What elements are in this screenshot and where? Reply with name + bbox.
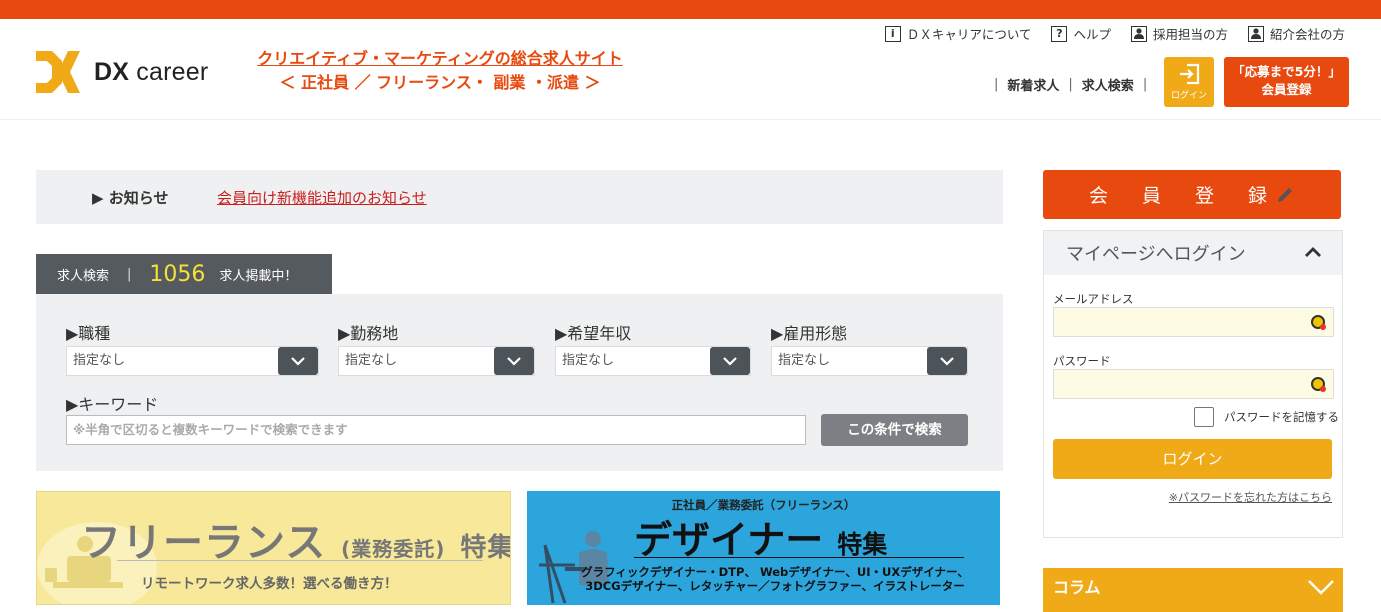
chevron-down-icon [927, 347, 967, 375]
salary-select[interactable]: 指定なし [555, 346, 751, 376]
mypage-login-panel: マイページへログイン メールアドレス パスワード パスワードを記憶する ログイン… [1043, 230, 1343, 538]
sidebar-register-button[interactable]: 会 員 登 録 [1043, 170, 1341, 219]
nav-job-search[interactable]: 求人検索 [1082, 75, 1134, 94]
column-section-header[interactable]: コラム [1043, 568, 1343, 612]
search-tab: 求人検索 | 1056 求人掲載中！ [36, 254, 332, 294]
search-tab-separator: | [127, 266, 132, 282]
site-logo[interactable]: DX career [36, 50, 226, 94]
person-icon [1247, 25, 1264, 42]
utility-nav: i ＤＸキャリアについて ? ヘルプ 採用担当の方 紹介会社の方 [884, 24, 1345, 43]
keyword-input[interactable]: ※半角で区切ると複数キーワードで検索できます [66, 415, 806, 445]
remember-checkbox[interactable] [1194, 407, 1214, 427]
chevron-up-icon[interactable] [1304, 245, 1322, 259]
designer-banner-title: デザイナー 特集 [634, 518, 888, 562]
top-accent-bar [0, 0, 1381, 19]
nav-separator: | [1142, 77, 1148, 92]
logo-mark-icon [36, 51, 80, 93]
freelance-banner-subtitle: リモートワーク求人多数！選べる働き方！ [141, 576, 398, 592]
help-icon: ? [1051, 25, 1068, 42]
site-header: DX career クリエイティブ・マーケティングの総合求人サイト ＜ 正社員 … [0, 19, 1381, 120]
util-link-help[interactable]: ? ヘルプ [1051, 24, 1111, 43]
chevron-down-icon [1308, 580, 1334, 595]
notice-label: ▶ お知らせ [92, 188, 169, 207]
forgot-password-link[interactable]: ※パスワードを忘れた方はこちら [1169, 489, 1332, 505]
location-select[interactable]: 指定なし [338, 346, 535, 376]
email-field[interactable] [1053, 307, 1334, 337]
nav-separator: | [1068, 77, 1073, 92]
remember-password[interactable]: パスワードを記憶する [1194, 407, 1339, 427]
field-job-type: ▶職種 指定なし [66, 320, 319, 376]
field-location: ▶勤務地 指定なし [338, 320, 535, 376]
tagline-line2: ＜ 正社員 ／ フリーランス・ 副業 ・派遣 ＞ [279, 73, 601, 92]
login-panel-header[interactable]: マイページへログイン [1044, 231, 1342, 275]
email-label: メールアドレス [1053, 292, 1134, 306]
employment-type-select[interactable]: 指定なし [771, 346, 968, 376]
login-submit-button[interactable]: ログイン [1053, 439, 1332, 479]
chevron-down-icon [494, 347, 534, 375]
field-label: ▶勤務地 [338, 324, 399, 343]
util-link-agency[interactable]: 紹介会社の方 [1247, 24, 1345, 43]
notice-link[interactable]: 会員向け新機能追加のお知らせ [217, 187, 427, 208]
login-icon [1180, 63, 1200, 85]
search-submit-button[interactable]: この条件で検索 [821, 414, 968, 446]
banner-divider [634, 557, 964, 558]
site-tagline: クリエイティブ・マーケティングの総合求人サイト ＜ 正社員 ／ フリーランス・ … [240, 47, 640, 95]
chevron-down-icon [710, 347, 750, 375]
pencil-icon [1278, 187, 1293, 202]
freelance-feature-banner[interactable]: フリーランス (業務委託) 特集 リモートワーク求人多数！選べる働き方！ [36, 491, 511, 605]
person-icon [1130, 25, 1147, 42]
header-login-button[interactable]: ログイン [1164, 57, 1214, 107]
keyword-label: ▶キーワード [66, 395, 159, 414]
logo-text: DX career [94, 57, 209, 86]
util-link-recruiter[interactable]: 採用担当の方 [1130, 24, 1228, 43]
password-manager-icon[interactable] [1311, 315, 1326, 330]
password-manager-icon[interactable] [1311, 377, 1326, 392]
nav-separator: | [994, 77, 999, 92]
field-employment-type: ▶雇用形態 指定なし [771, 320, 968, 376]
job-type-select[interactable]: 指定なし [66, 346, 319, 376]
password-label: パスワード [1053, 354, 1111, 368]
tagline-line1[interactable]: クリエイティブ・マーケティングの総合求人サイト [240, 47, 640, 71]
designer-banner-subtitle: グラフィックデザイナー・DTP、 Webデザイナー、UI・UXデザイナー、 3D… [581, 565, 969, 593]
chevron-down-icon [278, 347, 318, 375]
field-label: ▶雇用形態 [771, 324, 848, 343]
nav-new-jobs[interactable]: 新着求人 [1007, 75, 1059, 94]
designer-feature-banner[interactable]: 正社員／業務委託（フリーランス） デザイナー 特集 グラフィックデザイナー・DTP… [527, 491, 1000, 605]
main-nav: | 新着求人 | 求人検索 | [985, 75, 1156, 94]
field-label: ▶職種 [66, 324, 111, 343]
field-salary: ▶希望年収 指定なし [555, 320, 751, 376]
job-count-suffix: 求人掲載中！ [219, 268, 298, 284]
search-tab-label: 求人検索 [57, 268, 110, 284]
notice-bar: ▶ お知らせ 会員向け新機能追加のお知らせ [36, 170, 1003, 224]
field-label: ▶希望年収 [555, 324, 632, 343]
header-register-button[interactable]: 「応募まで5分！」 会員登録 [1224, 57, 1349, 107]
info-icon: i [884, 25, 901, 42]
password-field[interactable] [1053, 369, 1334, 399]
banner-divider [117, 560, 483, 561]
util-link-about[interactable]: i ＤＸキャリアについて [884, 24, 1031, 43]
search-panel: ▶職種 指定なし ▶勤務地 指定なし ▶希望年収 指定なし ▶雇用形態 指定なし… [36, 294, 1003, 471]
job-count: 1056 [149, 261, 206, 287]
